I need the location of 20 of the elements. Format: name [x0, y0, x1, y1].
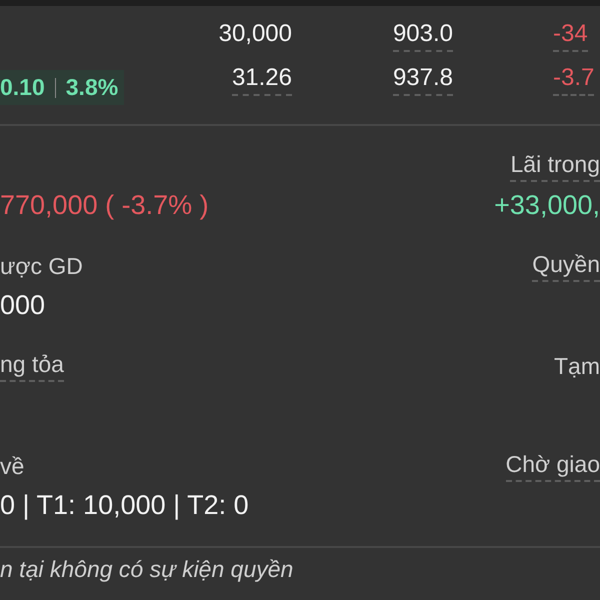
stat-value: 000	[0, 289, 46, 322]
stat-value: 770,000 ( -3.7% )	[0, 189, 209, 222]
quote-value: 937.8	[392, 64, 453, 96]
quote-value: 903.0	[392, 20, 453, 52]
stat-label: Tạm	[554, 352, 600, 381]
quote-value: 30,000	[218, 20, 292, 49]
stat-value: +33,000,	[494, 189, 600, 222]
rights-note: n tại không có sự kiện quyền	[0, 555, 294, 583]
stat-label: về	[0, 452, 24, 481]
stat-label: Lãi trong	[510, 149, 600, 182]
quote-value: 31.26	[232, 64, 292, 96]
quote-value: -34	[553, 20, 588, 52]
stat-label: Quyền	[532, 249, 600, 282]
stat-label: ược GD	[0, 252, 83, 281]
quote-value: -3.7	[553, 64, 594, 96]
stat-value: 0 | T1: 10,000 | T2: 0	[0, 489, 249, 522]
stat-label: ng tỏa	[0, 349, 64, 382]
percent-change: 3.8%	[66, 74, 118, 101]
price-change: 0.10	[0, 74, 45, 101]
stat-label: Chờ giao	[506, 449, 600, 482]
